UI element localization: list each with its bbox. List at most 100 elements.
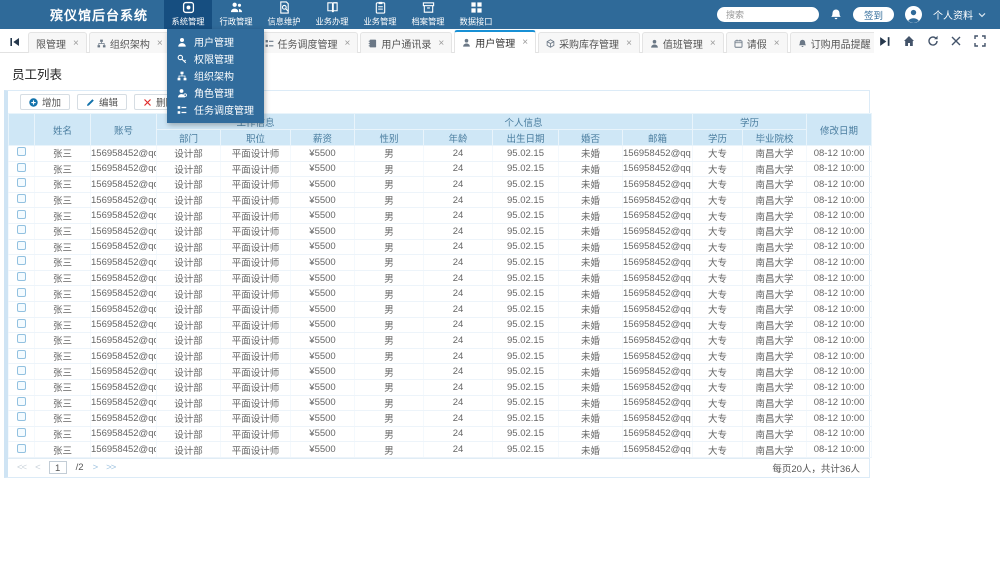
cell: 大专	[693, 161, 743, 177]
tab-leave[interactable]: 请假×	[726, 32, 788, 53]
app-title: 殡仪馆后台系统	[50, 5, 148, 24]
menu-item-label: 角色管理	[194, 85, 234, 100]
tab-close-icon[interactable]: ×	[157, 38, 163, 49]
table-row[interactable]: 张三156958452@qq…设计部平面设计师¥5500男2495.02.15未…	[9, 161, 872, 177]
first-page-button[interactable]: <<	[17, 462, 26, 473]
row-checkbox[interactable]	[17, 412, 26, 421]
tab-purchase-inventory[interactable]: 采购库存管理×	[538, 32, 640, 53]
tab-duty-management[interactable]: 值班管理×	[642, 32, 724, 53]
table-row[interactable]: 张三156958452@qq…设计部平面设计师¥5500男2495.02.15未…	[9, 255, 872, 271]
next-page-button[interactable]: >	[93, 462, 98, 473]
row-checkbox[interactable]	[17, 272, 26, 281]
tab-user-management[interactable]: 用户管理×	[454, 30, 536, 53]
cell: 张三	[35, 177, 91, 193]
table-row[interactable]: 张三156958452@qq…设计部平面设计师¥5500男2495.02.15未…	[9, 146, 872, 162]
cell: 未婚	[559, 177, 623, 193]
tab-scroll-right-button[interactable]	[878, 35, 891, 48]
tab-close-icon[interactable]: ×	[774, 38, 780, 49]
prev-page-button[interactable]: <	[35, 462, 40, 473]
row-checkbox[interactable]	[17, 288, 26, 297]
tab-close-icon[interactable]: ×	[626, 38, 632, 49]
row-checkbox[interactable]	[17, 241, 26, 250]
cell: 大专	[693, 395, 743, 411]
table-row[interactable]: 张三156958452@qq…设计部平面设计师¥5500男2495.02.15未…	[9, 333, 872, 349]
table-row[interactable]: 张三156958452@qq…设计部平面设计师¥5500男2495.02.15未…	[9, 442, 872, 458]
table-row[interactable]: 张三156958452@qq…设计部平面设计师¥5500男2495.02.15未…	[9, 411, 872, 427]
tab-supplies-reminder[interactable]: 订购用品提醒×	[790, 32, 874, 53]
cell: 南昌大学	[743, 411, 807, 427]
row-checkbox[interactable]	[17, 381, 26, 390]
home-tab-button[interactable]	[903, 35, 915, 47]
row-checkbox[interactable]	[17, 147, 26, 156]
table-row[interactable]: 张三156958452@qq…设计部平面设计师¥5500男2495.02.15未…	[9, 317, 872, 333]
tab-permission-management[interactable]: 限管理×	[28, 32, 87, 53]
table-row[interactable]: 张三156958452@qq…设计部平面设计师¥5500男2495.02.15未…	[9, 379, 872, 395]
cell: 张三	[35, 192, 91, 208]
avatar[interactable]	[905, 6, 922, 23]
table-row[interactable]: 张三156958452@qq…设计部平面设计师¥5500男2495.02.15未…	[9, 395, 872, 411]
table-row[interactable]: 张三156958452@qq…设计部平面设计师¥5500男2495.02.15未…	[9, 192, 872, 208]
table-row[interactable]: 张三156958452@qq…设计部平面设计师¥5500男2495.02.15未…	[9, 177, 872, 193]
row-checkbox[interactable]	[17, 210, 26, 219]
row-checkbox[interactable]	[17, 428, 26, 437]
table-row[interactable]: 张三156958452@qq…设计部平面设计师¥5500男2495.02.15未…	[9, 208, 872, 224]
close-tabs-button[interactable]	[950, 35, 962, 47]
col-header: 账号	[91, 114, 157, 146]
tab-close-icon[interactable]: ×	[710, 38, 716, 49]
menu-item-user-management[interactable]: 用户管理	[167, 33, 264, 50]
table-row[interactable]: 张三156958452@qq…设计部平面设计师¥5500男2495.02.15未…	[9, 239, 872, 255]
current-page-input[interactable]: 1	[49, 461, 67, 474]
fullscreen-button[interactable]	[974, 35, 986, 47]
profile-menu[interactable]: 个人资料	[933, 7, 986, 22]
refresh-tabs-button[interactable]	[927, 35, 939, 47]
menu-item-role-management[interactable]: 角色管理	[167, 84, 264, 101]
signin-button[interactable]: 签到	[853, 7, 894, 22]
nav-item-info-maintenance[interactable]: 信息维护	[260, 0, 308, 29]
row-checkbox[interactable]	[17, 194, 26, 203]
table-row[interactable]: 张三156958452@qq…设计部平面设计师¥5500男2495.02.15未…	[9, 286, 872, 302]
nav-item-administration[interactable]: 行政管理	[212, 0, 260, 29]
row-checkbox[interactable]	[17, 366, 26, 375]
row-checkbox[interactable]	[17, 256, 26, 265]
table-row[interactable]: 张三156958452@qq…设计部平面设计师¥5500男2495.02.15未…	[9, 301, 872, 317]
row-checkbox[interactable]	[17, 178, 26, 187]
table-row[interactable]: 张三156958452@qq…设计部平面设计师¥5500男2495.02.15未…	[9, 223, 872, 239]
cell: 男	[355, 223, 424, 239]
tab-close-icon[interactable]: ×	[345, 38, 351, 49]
nav-item-system-management[interactable]: 系统管理	[164, 0, 212, 29]
menu-item-org-structure[interactable]: 组织架构	[167, 67, 264, 84]
tab-user-contacts[interactable]: 用户通讯录×	[360, 32, 452, 53]
table-row[interactable]: 张三156958452@qq…设计部平面设计师¥5500男2495.02.15未…	[9, 364, 872, 380]
row-checkbox[interactable]	[17, 163, 26, 172]
add-button[interactable]: 增加	[20, 94, 70, 110]
tab-close-icon[interactable]: ×	[73, 38, 79, 49]
menu-item-label: 权限管理	[194, 51, 234, 66]
tab-scroll-left-button[interactable]	[4, 33, 26, 50]
nav-item-business-handling[interactable]: 业务办理	[308, 0, 356, 29]
menu-item-task-schedule-management[interactable]: 任务调度管理	[167, 101, 264, 118]
row-checkbox[interactable]	[17, 225, 26, 234]
tab-close-icon[interactable]: ×	[438, 38, 444, 49]
tasks-icon	[177, 105, 187, 115]
row-checkbox[interactable]	[17, 303, 26, 312]
table-row[interactable]: 张三156958452@qq…设计部平面设计师¥5500男2495.02.15未…	[9, 426, 872, 442]
edit-button[interactable]: 编辑	[77, 94, 127, 110]
row-checkbox[interactable]	[17, 350, 26, 359]
bell-icon[interactable]	[830, 8, 842, 21]
row-checkbox[interactable]	[17, 334, 26, 343]
menu-item-permission-management[interactable]: 权限管理	[167, 50, 264, 67]
tab-org-structure[interactable]: 组织架构×	[89, 32, 171, 53]
search-input[interactable]	[717, 7, 819, 22]
row-checkbox[interactable]	[17, 397, 26, 406]
last-page-button[interactable]: >>	[106, 462, 115, 473]
table-row[interactable]: 张三156958452@qq…设计部平面设计师¥5500男2495.02.15未…	[9, 270, 872, 286]
nav-item-archives-management[interactable]: 档案管理	[404, 0, 452, 29]
row-checkbox[interactable]	[17, 444, 26, 453]
table-row[interactable]: 张三156958452@qq…设计部平面设计师¥5500男2495.02.15未…	[9, 348, 872, 364]
row-checkbox[interactable]	[17, 319, 26, 328]
nav-item-data-interface[interactable]: 数据接口	[452, 0, 500, 29]
tab-task-schedule-management[interactable]: 任务调度管理×	[257, 32, 359, 53]
tab-close-icon[interactable]: ×	[522, 37, 528, 48]
cell: 24	[424, 192, 493, 208]
nav-item-business-management[interactable]: 业务管理	[356, 0, 404, 29]
